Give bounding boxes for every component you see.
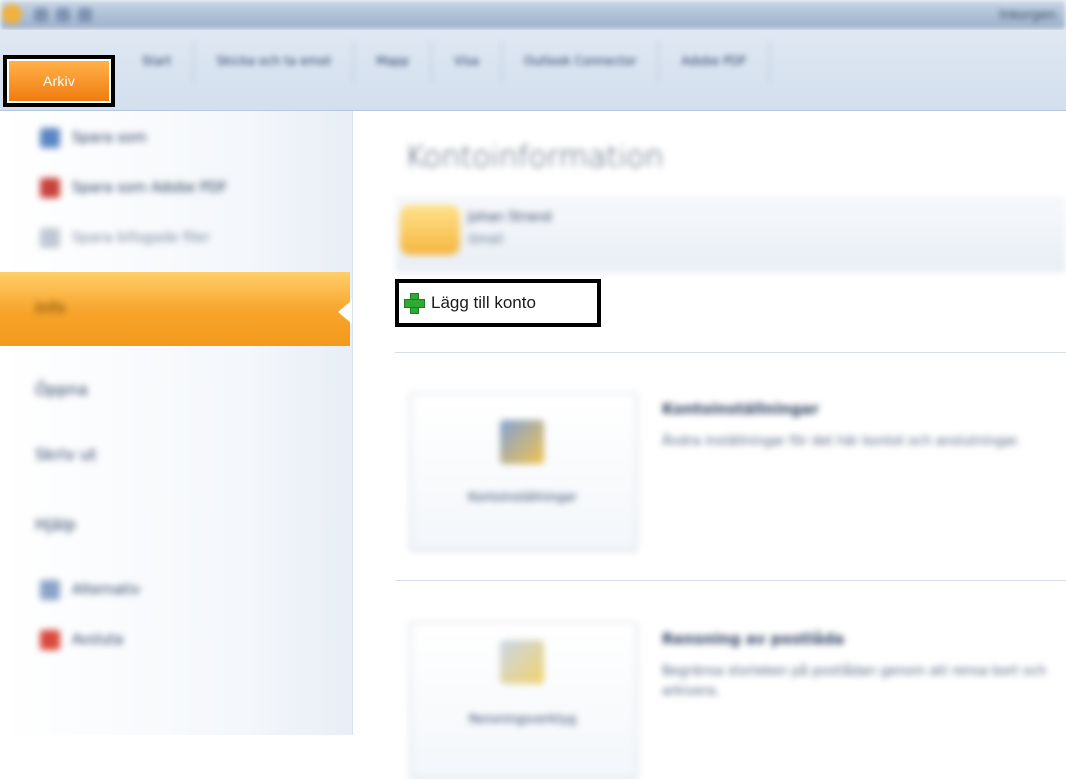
cleanup-tools-button-label: Rensningsverktyg — [468, 712, 577, 726]
ribbon-tabs: Start Skicka och ta emot Mapp Visa Outlo… — [120, 42, 770, 82]
account-settings-title: Kontoinställningar — [662, 400, 819, 418]
window-title-bar: Inkorgen — [0, 0, 1066, 30]
options-icon — [40, 580, 60, 600]
exit-icon — [40, 630, 60, 650]
sidebar-item-save-pdf[interactable]: Spara som Adobe PDF — [40, 178, 227, 198]
section-divider — [395, 580, 1066, 581]
info-selection-notch — [338, 300, 352, 324]
window-caption: Inkorgen — [999, 8, 1056, 23]
save-as-icon — [40, 128, 60, 148]
tab-adobe-pdf[interactable]: Adobe PDF — [659, 42, 770, 82]
mailbox-cleanup-icon — [500, 640, 544, 684]
account-type: Gmail — [468, 232, 504, 246]
sidebar-item-open[interactable]: Öppna — [35, 380, 88, 399]
mailbox-cleanup-title: Rensning av postlåda — [662, 630, 845, 648]
sidebar-item-print[interactable]: Skriv ut — [35, 445, 96, 464]
add-account-label: Lägg till konto — [431, 293, 536, 312]
account-settings-button-label: Kontoinställningar — [468, 490, 577, 504]
account-name: Johan Strand — [468, 210, 552, 225]
sidebar-item-label: Spara som — [72, 130, 147, 146]
sidebar-item-label: Spara bifogade filer — [72, 230, 210, 246]
plus-icon — [403, 292, 425, 314]
pdf-icon — [40, 178, 60, 198]
sidebar-item-options[interactable]: Alternativ — [40, 580, 140, 600]
redo-quick-icon[interactable] — [78, 8, 92, 22]
save-quick-icon[interactable] — [34, 8, 48, 22]
sidebar-item-help[interactable]: Hjälp — [35, 515, 76, 534]
account-settings-button[interactable] — [410, 393, 637, 550]
account-settings-icon — [500, 420, 544, 464]
undo-quick-icon[interactable] — [56, 8, 70, 22]
tab-view[interactable]: Visa — [432, 42, 502, 82]
sidebar-info-label: Info — [35, 298, 66, 317]
account-folder-icon — [400, 205, 460, 255]
page-title: Kontoinformation — [405, 140, 664, 175]
account-settings-description: Ändra inställningar för det här kontot o… — [662, 434, 1021, 449]
tab-send-receive[interactable]: Skicka och ta emot — [194, 42, 355, 82]
tab-arkiv[interactable]: Arkiv — [9, 61, 109, 101]
section-divider — [395, 352, 1066, 353]
app-icon[interactable] — [2, 4, 22, 24]
sidebar-item-label: Alternativ — [72, 582, 141, 598]
sidebar-item-label: Spara som Adobe PDF — [72, 180, 228, 196]
sidebar-item-save-attachments[interactable]: Spara bifogade filer — [40, 228, 210, 248]
mailbox-cleanup-description: Begränsa storleken på postlådan genom at… — [662, 664, 1047, 699]
sidebar-item-label: Avsluta — [72, 632, 124, 648]
attachment-icon — [40, 228, 60, 248]
sidebar-item-save-as[interactable]: Spara som — [40, 128, 147, 148]
tab-start[interactable]: Start — [120, 42, 195, 82]
add-account-button[interactable]: Lägg till konto — [403, 287, 536, 319]
sidebar-item-exit[interactable]: Avsluta — [40, 630, 123, 650]
tab-outlook-connector[interactable]: Outlook Connector — [502, 42, 660, 82]
tab-folder[interactable]: Mapp — [354, 42, 433, 82]
